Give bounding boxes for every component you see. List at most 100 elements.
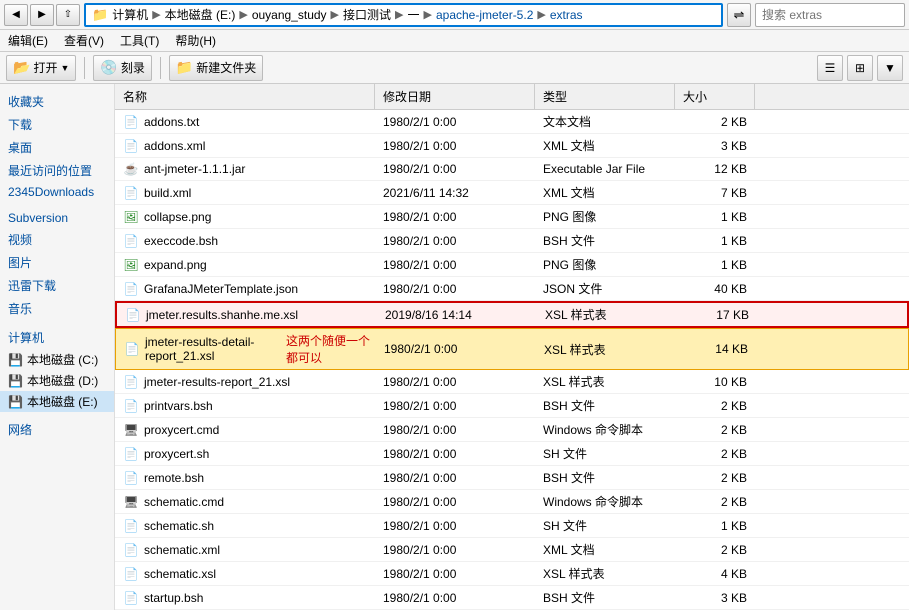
file-type: BSH 文件 [535,466,675,489]
menu-edit[interactable]: 编辑(E) [4,31,52,50]
new-folder-icon: 📁 [176,59,193,76]
file-type: Executable Jar File [535,159,675,179]
table-row[interactable]: 📄printvars.bsh1980/2/1 0:00BSH 文件2 KB [115,394,909,418]
drive-e-icon: 💾 [8,395,23,409]
file-modified: 1980/2/1 0:00 [375,468,535,488]
file-type: BSH 文件 [535,586,675,609]
file-name: startup.bsh [144,591,203,605]
sidebar-drive-c[interactable]: 💾 本地磁盘 (C:) [0,349,114,370]
table-row[interactable]: 📄schematic.sh1980/2/1 0:00SH 文件1 KB [115,514,909,538]
file-name-cell: 📄 startup.bsh [115,587,375,609]
new-folder-button[interactable]: 📁 新建文件夹 [169,55,263,81]
file-size: 12 KB [675,159,755,179]
file-name: collapse.png [144,210,211,224]
view-list-button[interactable]: ☰ [817,55,843,81]
file-modified: 1980/2/1 0:00 [375,231,535,251]
sidebar-item-network[interactable]: 网络 [0,418,114,441]
path-breadcrumb[interactable]: 📁 计算机 ▶ 本地磁盘 (E:) ▶ ouyang_study ▶ 接口测试 … [84,3,723,27]
table-row[interactable]: 📄addons.xml1980/2/1 0:00XML 文档3 KB [115,134,909,158]
table-row[interactable]: 📄jmeter-results-detail-report_21.xsl这两个随… [115,328,909,370]
file-modified: 1980/2/1 0:00 [375,444,535,464]
file-size: 1 KB [675,231,755,251]
file-icon-cmd: 🖥 [123,494,139,510]
table-row[interactable]: 📄schematic.xsl1980/2/1 0:00XSL 样式表4 KB [115,562,909,586]
open-dropdown-icon: ▼ [60,63,69,73]
file-icon-json: 📄 [123,281,139,297]
drive-d-label: 本地磁盘 (D:) [27,372,98,389]
file-icon-png: 🖼 [123,209,139,225]
file-name: GrafanaJMeterTemplate.json [144,282,298,296]
file-area: 名称 修改日期 类型 大小 📄addons.txt1980/2/1 0:00文本… [115,84,909,610]
file-icon-bsh: 📄 [123,470,139,486]
sidebar-item-pictures[interactable]: 图片 [0,251,114,274]
file-type: XSL 样式表 [536,338,676,361]
file-name: schematic.xml [144,543,220,557]
view-icons-button[interactable]: ⊞ [847,55,873,81]
table-row[interactable]: 📄addons.txt1980/2/1 0:00文本文档2 KB [115,110,909,134]
sidebar-item-videos[interactable]: 视频 [0,228,114,251]
file-type: XML 文档 [535,134,675,157]
file-size: 1 KB [675,516,755,536]
file-type: BSH 文件 [535,229,675,252]
file-size: 40 KB [675,279,755,299]
table-row[interactable]: 📄build.xml2021/6/11 14:32XML 文档7 KB [115,181,909,205]
file-name: schematic.sh [144,519,214,533]
search-input[interactable] [755,3,905,27]
sidebar-item-2345[interactable]: 2345Downloads [0,182,114,202]
table-row[interactable]: ☕ant-jmeter-1.1.1.jar1980/2/1 0:00Execut… [115,158,909,181]
table-row[interactable]: 📄remote.bsh1980/2/1 0:00BSH 文件2 KB [115,466,909,490]
table-row[interactable]: 🖼collapse.png1980/2/1 0:00PNG 图像1 KB [115,205,909,229]
col-header-size[interactable]: 大小 [675,84,755,109]
sidebar-item-recent[interactable]: 最近访问的位置 [0,159,114,182]
file-name-cell: 🖥proxycert.cmd [115,419,375,441]
sidebar-item-downloads[interactable]: 下载 [0,113,114,136]
table-row[interactable]: 📄jmeter.results.shanhe.me.xsl2019/8/16 1… [115,301,909,328]
sidebar-item-music[interactable]: 音乐 [0,297,114,320]
file-type: 文本文档 [535,110,675,133]
refresh-button[interactable]: ⇌ [727,3,751,27]
file-name: addons.xml [144,139,205,153]
table-row[interactable]: 📄startup.bsh1980/2/1 0:00BSH 文件3 KB [115,586,909,610]
file-name-cell: 📄execcode.bsh [115,230,375,252]
drive-c-icon: 💾 [8,353,23,367]
menu-bar: 编辑(E) 查看(V) 工具(T) 帮助(H) [0,30,909,52]
file-type: PNG 图像 [535,253,675,276]
table-row[interactable]: 📄GrafanaJMeterTemplate.json1980/2/1 0:00… [115,277,909,301]
table-row[interactable]: 📄execcode.bsh1980/2/1 0:00BSH 文件1 KB [115,229,909,253]
col-header-modified[interactable]: 修改日期 [375,84,535,109]
menu-help[interactable]: 帮助(H) [171,31,220,50]
menu-view[interactable]: 查看(V) [60,31,108,50]
burn-button[interactable]: 💿 刻录 [93,55,151,81]
file-icon-txt: 📄 [123,114,139,130]
sidebar-item-thunder[interactable]: 迅雷下载 [0,274,114,297]
file-icon-bsh: 📄 [123,590,139,606]
view-options-button[interactable]: ▼ [877,55,903,81]
file-modified: 1980/2/1 0:00 [375,255,535,275]
file-type: Windows 命令脚本 [535,418,675,441]
table-row[interactable]: 📄proxycert.sh1980/2/1 0:00SH 文件2 KB [115,442,909,466]
table-row[interactable]: 🖥proxycert.cmd1980/2/1 0:00Windows 命令脚本2… [115,418,909,442]
menu-tools[interactable]: 工具(T) [116,31,163,50]
sidebar-drive-e[interactable]: 💾 本地磁盘 (E:) [0,391,114,412]
open-button[interactable]: 📂 打开 ▼ [6,55,76,81]
sidebar-item-favorites[interactable]: 收藏夹 [0,90,114,113]
table-row[interactable]: 📄jmeter-results-report_21.xsl1980/2/1 0:… [115,370,909,394]
file-name: jmeter.results.shanhe.me.xsl [146,308,298,322]
file-type: SH 文件 [535,442,675,465]
sidebar-item-desktop[interactable]: 桌面 [0,136,114,159]
forward-button[interactable]: ▶ [30,4,54,26]
file-size: 2 KB [675,468,755,488]
table-row[interactable]: 📄schematic.xml1980/2/1 0:00XML 文档2 KB [115,538,909,562]
sidebar-item-computer[interactable]: 计算机 [0,326,114,349]
back-button[interactable]: ◀ [4,4,28,26]
sidebar-item-subversion[interactable]: Subversion [0,208,114,228]
path-api: 接口测试 [343,6,391,23]
col-header-name[interactable]: 名称 [115,84,375,109]
col-header-type[interactable]: 类型 [535,84,675,109]
column-headers: 名称 修改日期 类型 大小 [115,84,909,110]
table-row[interactable]: 🖼expand.png1980/2/1 0:00PNG 图像1 KB [115,253,909,277]
sidebar-drive-d[interactable]: 💾 本地磁盘 (D:) [0,370,114,391]
file-name-cell: 📄addons.xml [115,135,375,157]
table-row[interactable]: 🖥schematic.cmd1980/2/1 0:00Windows 命令脚本2… [115,490,909,514]
up-button[interactable]: ⇧ [56,4,80,26]
